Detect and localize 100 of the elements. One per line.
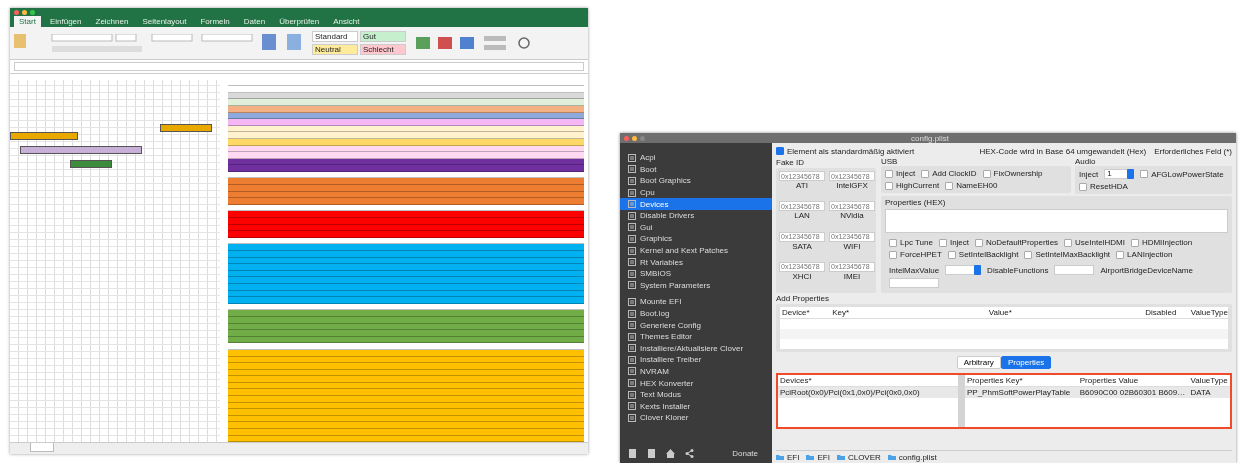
path-item[interactable]: EFI (817, 452, 830, 462)
sidebar-item[interactable]: Kexts Installer (620, 400, 772, 413)
column-header[interactable]: Key* (830, 308, 987, 317)
path-item[interactable]: EFI (787, 452, 800, 462)
checkbox[interactable] (1130, 238, 1139, 247)
checkbox-label[interactable]: SetIntelBacklight (947, 250, 1019, 259)
cell-style-swatch[interactable]: Neutral (312, 44, 358, 56)
checkbox[interactable] (982, 169, 991, 178)
cell-style-swatch[interactable]: Schlecht (360, 44, 406, 56)
sidebar-item[interactable]: HEX Konverter (620, 377, 772, 389)
sidebar-item[interactable]: Cpu (620, 186, 772, 199)
tab[interactable]: Arbitrary (956, 356, 1001, 369)
ribbon-tab[interactable]: Zeichnen (90, 16, 134, 28)
table-cell[interactable]: DATA (1188, 388, 1230, 397)
document-icon[interactable] (647, 449, 656, 458)
path-item[interactable]: config.plist (898, 452, 937, 462)
checkbox-label[interactable]: FixOwnership (982, 169, 1043, 178)
checkbox[interactable] (889, 238, 897, 247)
checkbox-label[interactable]: Lpc Tune (889, 238, 933, 247)
checkbox-label[interactable]: HDMIInjection (1130, 238, 1193, 247)
sidebar-item[interactable]: Mounte EFI (620, 296, 772, 308)
close-icon[interactable] (624, 135, 629, 141)
share-icon[interactable] (685, 449, 694, 458)
checkbox-label[interactable]: HighCurrent (885, 181, 940, 190)
path-item[interactable]: CLOVER (847, 452, 881, 462)
checkbox[interactable] (885, 181, 893, 190)
sidebar-item[interactable]: Acpi (620, 152, 772, 164)
checkbox-label[interactable]: LANInjection (1116, 250, 1173, 259)
column-header[interactable]: Devices* (778, 376, 812, 385)
ribbon-tab[interactable]: Überprüfen (274, 16, 325, 28)
checkbox-label[interactable]: ForceHPET (889, 250, 942, 259)
checkbox[interactable] (776, 147, 784, 155)
ribbon-tab[interactable]: Seitenlayout (137, 16, 192, 28)
properties-text-area[interactable] (885, 209, 1228, 233)
zoom-icon[interactable] (30, 9, 35, 15)
checkbox[interactable] (975, 238, 984, 247)
sidebar-item[interactable]: Disable Drivers (620, 209, 772, 222)
ribbon-tab[interactable]: Ansicht (328, 16, 365, 28)
checkbox[interactable] (885, 169, 893, 178)
sidebar-item[interactable]: Themes Editor (620, 330, 772, 343)
sidebar-item[interactable]: Text Modus (620, 388, 772, 401)
sidebar-item[interactable]: Kernel and Kext Patches (620, 244, 772, 257)
close-icon[interactable] (14, 9, 19, 15)
checkbox-label[interactable]: AFGLowPowerState (1140, 169, 1224, 179)
sidebar-item[interactable]: Gui (620, 221, 772, 234)
checkbox-label[interactable]: NameEH00 (945, 181, 998, 190)
cell-style-swatch[interactable]: Standard (312, 31, 358, 43)
sidebar-item[interactable]: NVRAM (620, 365, 772, 378)
sidebar-item[interactable]: Graphics (620, 233, 772, 245)
ribbon-tab[interactable]: Formeln (195, 16, 235, 28)
checkbox[interactable] (1140, 170, 1149, 178)
sheet-tab[interactable] (30, 443, 54, 453)
ribbon-tab[interactable]: Einfügen (44, 16, 87, 28)
zoom-icon[interactable] (640, 135, 645, 141)
checkbox[interactable] (921, 169, 930, 178)
donate-button[interactable]: Donate (726, 448, 764, 459)
table-cell[interactable]: PP_PhmSoftPowerPlayTable (965, 388, 1078, 397)
ribbon-tab[interactable]: Daten (238, 16, 271, 28)
column-header[interactable]: Disabled (1143, 308, 1189, 317)
checkbox[interactable] (1024, 250, 1033, 259)
input-field[interactable] (889, 278, 939, 288)
formula-bar[interactable] (14, 62, 584, 71)
checkbox[interactable] (945, 181, 954, 190)
sidebar-item[interactable]: SMBIOS (620, 267, 772, 280)
column-header[interactable]: Value* (986, 308, 1144, 317)
checkbox[interactable] (947, 250, 956, 259)
ribbon-tab[interactable]: Start (14, 16, 41, 28)
checkbox[interactable] (938, 238, 947, 247)
checkbox[interactable] (1079, 182, 1087, 191)
column-header[interactable]: ValueType (1188, 376, 1230, 385)
checkbox-label[interactable]: Inject (885, 169, 916, 178)
checkbox-label[interactable]: Inject (938, 238, 970, 247)
checkbox[interactable] (1064, 238, 1073, 247)
checkbox-label[interactable]: Add ClockID (921, 169, 977, 178)
sidebar-item[interactable]: Generiere Config (620, 319, 772, 331)
input-field[interactable] (1054, 265, 1095, 275)
inject-dropdown[interactable]: 1 (1104, 169, 1135, 179)
column-header[interactable]: Properties Key* (965, 376, 1078, 385)
sidebar-item[interactable]: Boot (620, 163, 772, 176)
intel-max-dropdown[interactable] (945, 265, 982, 275)
checkbox-label[interactable]: NoDefaultProperties (975, 238, 1059, 247)
sidebar-item[interactable]: Installiere Treiber (620, 354, 772, 366)
sidebar-item[interactable]: Clover Kloner (620, 412, 772, 424)
table-cell[interactable]: B6090C00 02B60301 B609… (1077, 388, 1189, 397)
splitter-handle[interactable] (958, 375, 965, 427)
sidebar-item[interactable]: Devices (620, 198, 772, 210)
sidebar-item[interactable]: Boot.log (620, 307, 772, 320)
document-icon[interactable] (628, 449, 637, 458)
sidebar-item[interactable]: Rt Variables (620, 256, 772, 268)
column-header[interactable]: Device* (780, 308, 831, 317)
checkbox-label[interactable]: ResetHDA (1079, 182, 1128, 191)
minimize-icon[interactable] (632, 135, 637, 141)
checkbox-label[interactable]: SetIntelMaxBacklight (1024, 250, 1111, 259)
tab[interactable]: Properties (1000, 356, 1052, 369)
checkbox-label[interactable]: Element als standardmäßig aktiviert (776, 146, 915, 156)
sidebar-item[interactable]: System Parameters (620, 279, 772, 292)
checkbox[interactable] (1116, 250, 1125, 259)
sidebar-item[interactable]: Installiere/Aktualisiere Clover (620, 342, 772, 355)
sidebar-item[interactable]: Boot Graphics (620, 175, 772, 187)
column-header[interactable]: ValueType (1188, 308, 1228, 317)
